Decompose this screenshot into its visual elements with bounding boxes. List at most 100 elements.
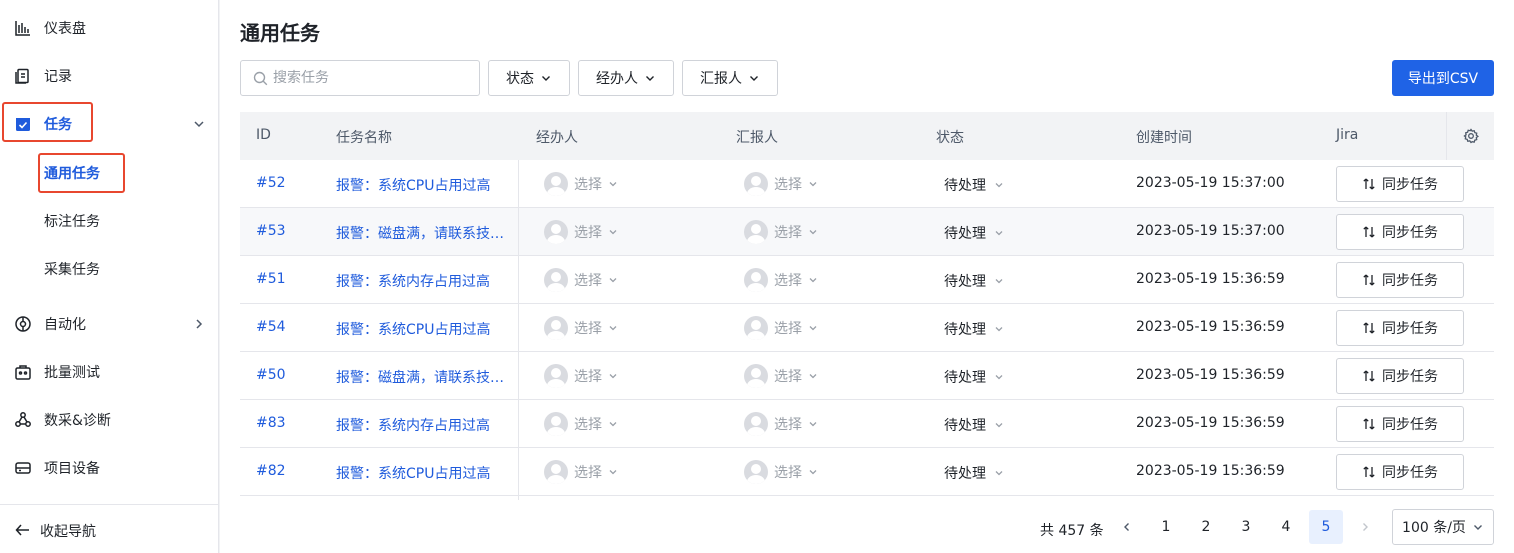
page-2-button[interactable]: 2: [1189, 510, 1223, 544]
status-label: 待处理: [944, 418, 986, 434]
page-size-select[interactable]: 100 条/页: [1392, 509, 1494, 545]
task-icon: [14, 115, 32, 133]
sidebar-item-devices[interactable]: 项目设备: [0, 448, 219, 488]
sync-task-button[interactable]: 同步任务: [1336, 214, 1464, 250]
task-name-link[interactable]: 报警：系统CPU占用过高: [336, 319, 508, 339]
status-select[interactable]: 待处理: [944, 415, 1004, 435]
next-page-button[interactable]: [1351, 512, 1379, 542]
sidebar-item-tasks[interactable]: 任务: [0, 104, 219, 144]
task-id-link[interactable]: #52: [256, 175, 286, 191]
sidebar-item-data-diagnose[interactable]: 数采&诊断: [0, 400, 219, 440]
search-box[interactable]: [240, 60, 480, 96]
status-select[interactable]: 待处理: [944, 367, 1004, 387]
sidebar-item-records[interactable]: 记录: [0, 56, 219, 96]
search-icon: [253, 71, 268, 86]
avatar-icon: [744, 268, 768, 292]
assignee-select[interactable]: 选择: [544, 460, 618, 484]
sync-task-button[interactable]: 同步任务: [1336, 454, 1464, 490]
assignee-filter-button[interactable]: 经办人: [578, 60, 674, 96]
clipboard-icon: [14, 67, 32, 85]
assignee-select[interactable]: 选择: [544, 316, 618, 340]
task-id-link[interactable]: #54: [256, 319, 286, 335]
sync-task-button[interactable]: 同步任务: [1336, 166, 1464, 202]
status-select[interactable]: 待处理: [944, 319, 1004, 339]
chevron-down-icon: [995, 327, 1003, 332]
reporter-select[interactable]: 选择: [744, 220, 818, 244]
page-5-button[interactable]: 5: [1309, 510, 1343, 544]
assignee-select[interactable]: 选择: [544, 364, 618, 388]
sync-task-button[interactable]: 同步任务: [1336, 358, 1464, 394]
status-select[interactable]: 待处理: [944, 175, 1004, 195]
sidebar-item-label: 批量测试: [44, 365, 100, 381]
table-row[interactable]: #53 报警：磁盘满，请联系技术支持 选择 选择 待处理 2023-05-19 15:37…: [240, 208, 1494, 256]
reporter-select[interactable]: 选择: [744, 364, 818, 388]
column-settings-button[interactable]: [1446, 112, 1494, 160]
reporter-select[interactable]: 选择: [744, 460, 818, 484]
export-csv-button[interactable]: 导出到CSV: [1392, 60, 1494, 96]
chevron-down-icon: [750, 76, 758, 81]
sidebar-item-batch-test[interactable]: 批量测试: [0, 352, 219, 392]
assignee-select[interactable]: 选择: [544, 172, 618, 196]
task-name-link[interactable]: 报警：系统内存占用过高: [336, 271, 508, 291]
status-label: 待处理: [944, 370, 986, 386]
task-id-link[interactable]: #53: [256, 223, 286, 239]
task-name-link[interactable]: 报警：磁盘满，请联系技术支持: [336, 367, 508, 387]
table-row[interactable]: #51 报警：系统内存占用过高 选择 选择 待处理 2023-05-19 15:36:59…: [240, 256, 1494, 304]
collapse-nav-button[interactable]: 收起导航: [0, 504, 219, 553]
page-3-button[interactable]: 3: [1229, 510, 1263, 544]
created-time: 2023-05-19 15:37:00: [1136, 175, 1285, 191]
sidebar-item-label: 项目设备: [44, 461, 100, 477]
page-1-button[interactable]: 1: [1149, 510, 1183, 544]
page-4-button[interactable]: 4: [1269, 510, 1303, 544]
table-row[interactable]: #83 报警：系统内存占用过高 选择 选择 待处理 2023-05-19 15:36:59…: [240, 400, 1494, 448]
avatar-icon: [744, 220, 768, 244]
sync-task-button[interactable]: 同步任务: [1336, 310, 1464, 346]
table-row[interactable]: #52 报警：系统CPU占用过高 选择 选择 待处理 2023-05-19 15:37:0…: [240, 160, 1494, 208]
sidebar-subitem-collection-tasks[interactable]: 采集任务: [0, 248, 219, 288]
sync-task-label: 同步任务: [1382, 321, 1438, 337]
search-input[interactable]: [273, 61, 473, 95]
chevron-down-icon: [995, 279, 1003, 284]
assignee-filter-label: 经办人: [596, 71, 638, 87]
assignee-select[interactable]: 选择: [544, 220, 618, 244]
table-row[interactable]: #50 报警：磁盘满，请联系技术支持 选择 选择 待处理 2023-05-19 15:36…: [240, 352, 1494, 400]
toolbox-icon: [14, 363, 32, 381]
task-id-link[interactable]: #51: [256, 271, 286, 287]
sidebar-subitem-general-tasks[interactable]: 通用任务: [0, 152, 219, 192]
sync-icon: [1363, 274, 1375, 286]
table-row[interactable]: #82 报警：系统CPU占用过高 选择 选择 待处理 2023-05-19 15:36:5…: [240, 448, 1494, 496]
task-id-link[interactable]: #82: [256, 463, 286, 479]
sidebar: 仪表盘 记录 任务 通用任务 标注任务 采集任务 自动化 批量测试 数采&诊断 …: [0, 0, 219, 553]
reporter-select[interactable]: 选择: [744, 172, 818, 196]
status-select[interactable]: 待处理: [944, 223, 1004, 243]
sidebar-item-automation[interactable]: 自动化: [0, 304, 219, 344]
assignee-select[interactable]: 选择: [544, 268, 618, 292]
table-row[interactable]: #54 报警：系统CPU占用过高 选择 选择 待处理 2023-05-19 15:36:5…: [240, 304, 1494, 352]
sidebar-item-dashboard[interactable]: 仪表盘: [0, 8, 219, 48]
reporter-select[interactable]: 选择: [744, 316, 818, 340]
task-name-link[interactable]: 报警：系统CPU占用过高: [336, 175, 508, 195]
sync-task-label: 同步任务: [1382, 369, 1438, 385]
assignee-select[interactable]: 选择: [544, 412, 618, 436]
column-header-name: 任务名称: [336, 130, 392, 146]
sidebar-item-label: 仪表盘: [44, 21, 86, 37]
chevron-down-icon: [609, 278, 617, 283]
sync-task-button[interactable]: 同步任务: [1336, 262, 1464, 298]
sidebar-subitem-annotation-tasks[interactable]: 标注任务: [0, 200, 219, 240]
task-name-link[interactable]: 报警：系统内存占用过高: [336, 415, 508, 435]
chevron-down-icon: [609, 422, 617, 427]
sidebar-subitem-label: 采集任务: [44, 262, 100, 278]
task-id-link[interactable]: #83: [256, 415, 286, 431]
status-filter-button[interactable]: 状态: [488, 60, 570, 96]
sync-task-button[interactable]: 同步任务: [1336, 406, 1464, 442]
task-id-link[interactable]: #50: [256, 367, 286, 383]
task-name-link[interactable]: 报警：磁盘满，请联系技术支持: [336, 223, 508, 243]
reporter-filter-button[interactable]: 汇报人: [682, 60, 778, 96]
reporter-select[interactable]: 选择: [744, 268, 818, 292]
status-select[interactable]: 待处理: [944, 463, 1004, 483]
prev-page-button[interactable]: [1113, 512, 1141, 542]
task-name-link[interactable]: 报警：系统CPU占用过高: [336, 463, 508, 483]
reporter-select[interactable]: 选择: [744, 412, 818, 436]
created-time: 2023-05-19 15:36:59: [1136, 319, 1285, 335]
status-select[interactable]: 待处理: [944, 271, 1004, 291]
